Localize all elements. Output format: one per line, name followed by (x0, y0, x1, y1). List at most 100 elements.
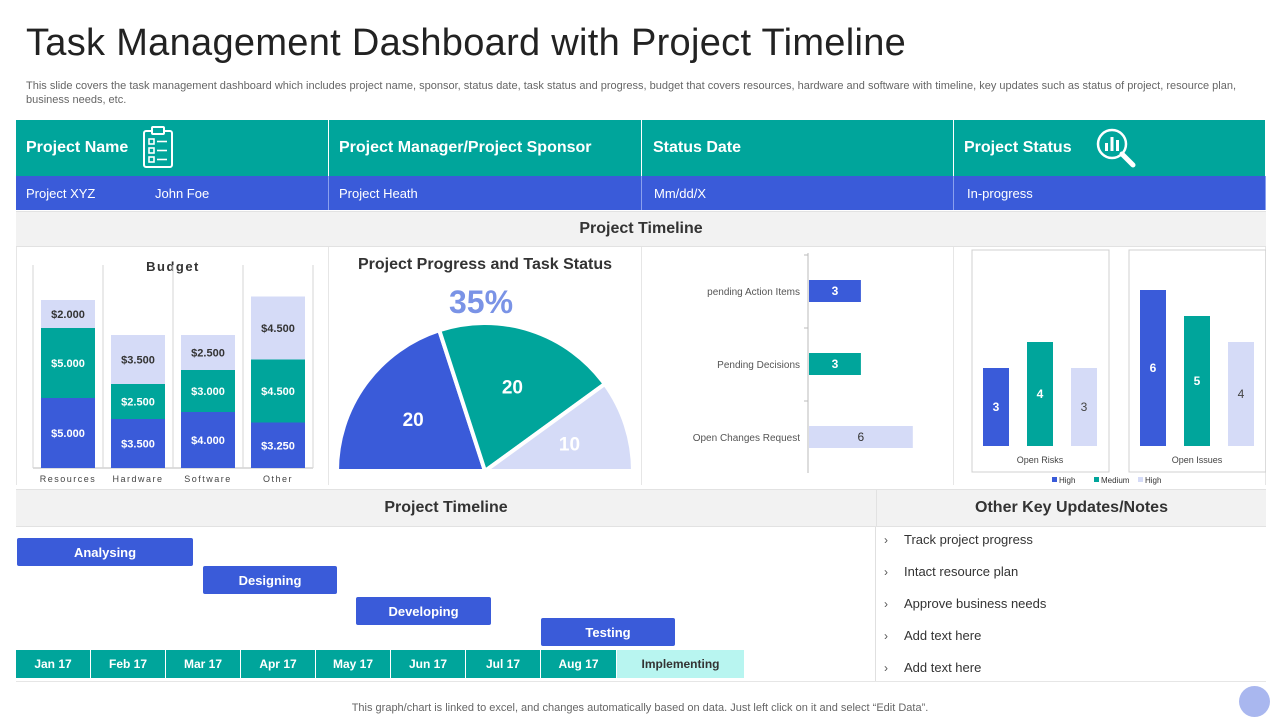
progress-panel: Project Progress and Task Status 35% 20 20 1… (329, 247, 642, 485)
data-label: $4.000 (191, 435, 225, 447)
note-item: › Track project progress (884, 532, 1033, 547)
data-label: $5.000 (51, 358, 85, 370)
category-label: pending Action Items (707, 287, 800, 298)
data-label: 3 (1081, 400, 1088, 414)
project-owner-value: John Foe (155, 185, 210, 201)
slice-label: 20 (502, 378, 523, 399)
slice-label: 20 (403, 410, 424, 431)
divider (16, 681, 1266, 682)
chevron-right-icon: › (884, 660, 888, 675)
category-label: Software (184, 474, 232, 484)
data-label: $4.500 (261, 386, 295, 398)
month-cell: Aug 17 (541, 650, 617, 678)
legend-swatch (1094, 477, 1099, 482)
data-label: 3 (993, 400, 1000, 414)
note-text: Intact resource plan (904, 564, 1019, 579)
month-cell: Jul 17 (466, 650, 541, 678)
note-text: Add text here (904, 628, 982, 643)
data-label: $5.000 (51, 428, 85, 440)
value-status-date: Mm/dd/X (642, 176, 954, 210)
header-project-status: Project Status (954, 120, 1266, 176)
legend-label: High (1145, 476, 1161, 485)
note-item: › Add text here (884, 660, 981, 675)
data-label: $3.500 (121, 355, 155, 367)
chevron-right-icon: › (884, 628, 888, 643)
status-date-value: Mm/dd/X (654, 185, 707, 201)
header-project-manager: Project Manager/Project Sponsor (329, 120, 642, 176)
legend-swatch (1138, 477, 1143, 482)
legend-swatch (1052, 477, 1057, 482)
category-label: Resources (40, 474, 97, 484)
data-label: $3.250 (261, 440, 295, 452)
data-label: $2.500 (121, 397, 155, 409)
gantt-task-developing: Developing (356, 597, 491, 625)
month-cell: Jun 17 (391, 650, 466, 678)
slice-label: 10 (559, 435, 580, 456)
implementing-cell: Implementing (617, 650, 745, 678)
value-project-status: In-progress (954, 176, 1266, 210)
risks-issues-chart: 3 4 3 Open Risks 6 5 4 Open Issues High Medium Hig… (971, 249, 1267, 485)
project-manager-value: Project Heath (339, 185, 418, 201)
pending-items-chart: 3 pending Action Items 3 Pending Decisions 6… (693, 253, 913, 473)
category-label: Other (263, 474, 293, 484)
month-cell: Apr 17 (241, 650, 316, 678)
header-status-date: Status Date (642, 120, 954, 176)
header-label: Status Date (653, 139, 742, 156)
data-label: $3.000 (191, 386, 225, 398)
budget-chart: Budget$5.000$5.000$2.000Resources$3.500$… (32, 259, 314, 484)
chevron-right-icon: › (884, 564, 888, 579)
slide-marker (1239, 686, 1270, 717)
data-label: 4 (1238, 387, 1245, 401)
data-label: 6 (1150, 361, 1157, 375)
header-label: Project Manager/Project Sponsor (339, 139, 592, 156)
budget-panel: Budget $5.000 $5.000 $2.000 Resources $3.500 $… (16, 247, 329, 485)
axis-label: Open Risks (1017, 455, 1064, 465)
legend-label: High (1059, 476, 1075, 485)
month-cell: May 17 (316, 650, 391, 678)
gantt-task-designing: Designing (203, 566, 337, 594)
project-timeline-band-bottom: Project Timeline (16, 489, 876, 527)
risks-issues-panel: 3 4 3 Open Risks 6 5 4 Open Issues High Medium Hig… (954, 247, 1267, 485)
data-label: $4.500 (261, 323, 295, 335)
footer-note: This graph/chart is linked to excel, and… (351, 702, 929, 714)
data-label: 4 (1037, 387, 1044, 401)
pending-items-panel: 3 pending Action Items 3 Pending Decisions 6… (642, 247, 954, 485)
gantt-task-analysing: Analysing (17, 538, 193, 566)
data-label: 3 (832, 357, 839, 371)
header-project-name: Project Name (16, 120, 329, 176)
data-label: 6 (858, 430, 865, 444)
note-text: Approve business needs (904, 596, 1047, 611)
month-cell: Feb 17 (91, 650, 166, 678)
headline-percent: 35% (449, 284, 513, 320)
project-timeline-band-top: Project Timeline (16, 211, 1266, 247)
checklist-icon (143, 126, 173, 168)
notes-band: Other Key Updates/Notes (876, 489, 1266, 527)
divider (875, 527, 876, 682)
axis-label: Open Issues (1172, 455, 1223, 465)
page-title: Task Management Dashboard with Project T… (26, 22, 907, 64)
chevron-right-icon: › (884, 532, 888, 547)
month-cell: Jan 17 (16, 650, 91, 678)
note-item: › Approve business needs (884, 596, 1046, 611)
category-label: Pending Decisions (717, 360, 800, 371)
data-label: $2.000 (51, 309, 85, 321)
chevron-right-icon: › (884, 596, 888, 611)
value-project-manager: Project Heath (329, 176, 642, 210)
data-label: $3.500 (121, 439, 155, 451)
note-text: Add text here (904, 660, 982, 675)
value-project-name: Project XYZ John Foe (16, 176, 329, 210)
header-label: Project Name (26, 139, 129, 156)
note-item: › Intact resource plan (884, 564, 1018, 579)
data-label: 3 (832, 284, 839, 298)
project-name-value: Project XYZ (26, 185, 96, 201)
progress-pie-chart: Project Progress and Task Status 35% 20 20 1… (334, 256, 636, 475)
month-cell: Mar 17 (166, 650, 241, 678)
legend-label: Medium (1101, 476, 1130, 485)
gantt-task-testing: Testing (541, 618, 675, 646)
category-label: Hardware (112, 474, 163, 484)
data-label: $2.500 (191, 348, 225, 360)
note-text: Track project progress (904, 532, 1033, 547)
chart-title: Project Progress and Task Status (358, 256, 612, 273)
note-item: › Add text here (884, 628, 981, 643)
analytics-search-icon (1096, 128, 1136, 168)
